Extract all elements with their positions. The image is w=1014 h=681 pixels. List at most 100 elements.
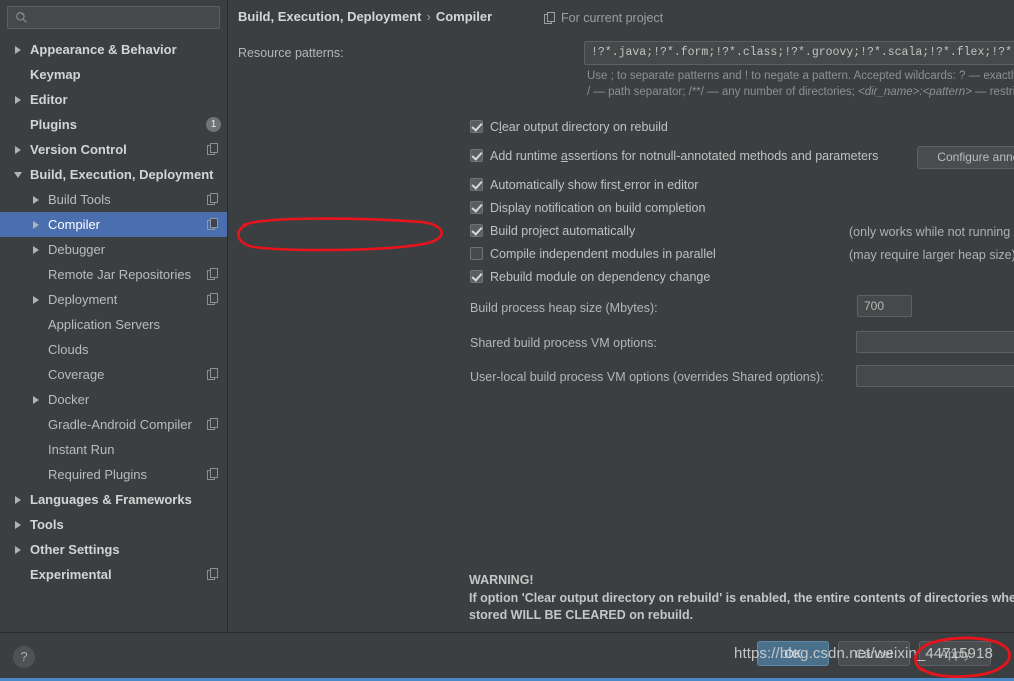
search-input[interactable]: [34, 7, 215, 30]
checkbox-box[interactable]: [470, 120, 483, 133]
checkbox-build-project-automatically[interactable]: Build project automatically: [470, 224, 635, 244]
chevron-right-icon[interactable]: [14, 521, 22, 529]
sidebar-item-docker[interactable]: Docker: [0, 387, 227, 412]
sidebar-item-remote-jar-repositories[interactable]: Remote Jar Repositories: [0, 262, 227, 287]
sidebar-item-label: Other Settings: [30, 542, 120, 557]
settings-tree: Appearance & Behavior Keymap Editor Plugins…: [0, 37, 227, 587]
configure-annotations-button[interactable]: Configure annotations...: [917, 146, 1014, 169]
sidebar-item-deployment[interactable]: Deployment: [0, 287, 227, 312]
chevron-down-icon[interactable]: [14, 171, 22, 179]
chevron-right-icon[interactable]: [14, 46, 22, 54]
project-scope-icon: [207, 568, 218, 580]
checkbox-box[interactable]: [470, 270, 483, 283]
sidebar-item-badge: 1: [206, 117, 221, 132]
sidebar-item-keymap[interactable]: Keymap: [0, 62, 227, 87]
chevron-right-icon[interactable]: [14, 496, 22, 504]
project-scope-icon: [207, 468, 218, 480]
chevron-right-icon[interactable]: [14, 546, 22, 554]
warning-line-1: If option 'Clear output directory on reb…: [469, 590, 1014, 605]
search-container: [0, 0, 227, 30]
chevron-right-icon[interactable]: [32, 221, 40, 229]
sidebar-item-appearance-behavior[interactable]: Appearance & Behavior: [0, 37, 227, 62]
sidebar-item-label: Appearance & Behavior: [30, 42, 177, 57]
chevron-right-icon[interactable]: [14, 146, 22, 154]
resource-patterns-hint: Use ; to separate patterns and ! to nega…: [587, 69, 1014, 100]
checkbox-box[interactable]: [470, 149, 483, 162]
project-scope-icon: [544, 12, 555, 24]
checkbox-label: Compile independent modules in parallel: [490, 247, 716, 261]
checkbox-clear-output-directory-on-rebuild[interactable]: Clear output directory on rebuild: [470, 120, 668, 140]
warning-text: WARNING! If option 'Clear output directo…: [469, 572, 1014, 625]
checkbox-box[interactable]: [470, 201, 483, 214]
sidebar-item-languages-frameworks[interactable]: Languages & Frameworks: [0, 487, 227, 512]
breadcrumb: Build, Execution, Deployment › Compiler: [238, 9, 492, 24]
sidebar-item-required-plugins[interactable]: Required Plugins: [0, 462, 227, 487]
chevron-right-icon[interactable]: [14, 96, 22, 104]
checkbox-add-runtime-assertions-for-notnull-annotated-methods-and-parameters[interactable]: Add runtime assertions for notnull-annot…: [470, 149, 878, 169]
note-compile-independent-modules-in-parallel: (may require larger heap size): [849, 248, 1014, 262]
sidebar-item-application-servers[interactable]: Application Servers: [0, 312, 227, 337]
checkbox-label: Display notification on build completion: [490, 201, 706, 215]
checkbox-label: Build project automatically: [490, 224, 636, 238]
project-scope-icon: [207, 293, 218, 305]
checkbox-label: Automatically show first error in editor: [490, 178, 699, 192]
project-scope-icon: [207, 418, 218, 430]
shared-vm-options-label: Shared build process VM options:: [470, 336, 657, 350]
sidebar-item-gradle-android-compiler[interactable]: Gradle-Android Compiler: [0, 412, 227, 437]
sidebar-item-compiler[interactable]: Compiler: [0, 212, 227, 237]
settings-main-panel: Build, Execution, Deployment › Compiler Fo…: [229, 0, 1014, 632]
checkbox-rebuild-module-on-dependency-change[interactable]: Rebuild module on dependency change: [470, 270, 710, 290]
sidebar-item-plugins[interactable]: Plugins 1: [0, 112, 227, 137]
sidebar-item-build-execution-deployment[interactable]: Build, Execution, Deployment: [0, 162, 227, 187]
sidebar-item-clouds[interactable]: Clouds: [0, 337, 227, 362]
dialog-footer: ? OK Cancel Apply: [0, 632, 1014, 678]
heap-size-label: Build process heap size (Mbytes):: [470, 301, 658, 315]
sidebar-item-editor[interactable]: Editor: [0, 87, 227, 112]
breadcrumb-root[interactable]: Build, Execution, Deployment: [238, 9, 421, 24]
sidebar-item-label: Gradle-Android Compiler: [48, 417, 192, 432]
checkbox-label: Rebuild module on dependency change: [490, 270, 711, 284]
search-icon: [16, 12, 27, 23]
heap-size-input[interactable]: 700: [857, 295, 912, 317]
sidebar-item-tools[interactable]: Tools: [0, 512, 227, 537]
sidebar-item-version-control[interactable]: Version Control: [0, 137, 227, 162]
checkbox-display-notification-on-build-completion[interactable]: Display notification on build completion: [470, 201, 705, 221]
chevron-right-icon[interactable]: [32, 246, 40, 254]
resource-patterns-input[interactable]: !?*.java;!?*.form;!?*.class;!?*.groovy;!…: [584, 41, 1014, 65]
checkbox-label: Add runtime assertions for notnull-annot…: [490, 149, 879, 163]
settings-dialog: Appearance & Behavior Keymap Editor Plugins…: [0, 0, 1014, 681]
sidebar-item-instant-run[interactable]: Instant Run: [0, 437, 227, 462]
checkbox-box[interactable]: [470, 224, 483, 237]
userlocal-vm-options-input[interactable]: [856, 365, 1014, 387]
apply-button[interactable]: Apply: [919, 641, 991, 666]
sidebar-item-build-tools[interactable]: Build Tools: [0, 187, 227, 212]
ok-button[interactable]: OK: [757, 641, 829, 666]
resource-patterns-label: Resource patterns:: [238, 46, 344, 60]
project-scope-icon: [207, 268, 218, 280]
help-button[interactable]: ?: [13, 646, 35, 668]
chevron-right-icon[interactable]: [32, 196, 40, 204]
checkbox-automatically-show-first-error-in-editor[interactable]: Automatically show first error in editor: [470, 178, 698, 198]
chevron-right-icon[interactable]: [32, 296, 40, 304]
project-scope-icon: [207, 218, 218, 230]
resource-patterns-value: !?*.java;!?*.form;!?*.class;!?*.groovy;!…: [591, 46, 1014, 59]
sidebar-item-label: Plugins: [30, 117, 77, 132]
checkbox-box[interactable]: [470, 247, 483, 260]
sidebar-item-label: Required Plugins: [48, 467, 148, 482]
sidebar-item-debugger[interactable]: Debugger: [0, 237, 227, 262]
settings-search-box[interactable]: [7, 6, 220, 30]
checkbox-box[interactable]: [470, 178, 483, 191]
warning-line-2: stored WILL BE CLEARED on rebuild.: [469, 608, 694, 622]
sidebar-item-coverage[interactable]: Coverage: [0, 362, 227, 387]
shared-vm-options-input[interactable]: [856, 331, 1014, 353]
sidebar-item-label: Keymap: [30, 67, 81, 82]
chevron-right-icon[interactable]: [32, 396, 40, 404]
project-scope-icon: [207, 193, 218, 205]
cancel-button[interactable]: Cancel: [838, 641, 910, 666]
sidebar-item-experimental[interactable]: Experimental: [0, 562, 227, 587]
sidebar-item-other-settings[interactable]: Other Settings: [0, 537, 227, 562]
sidebar-item-label: Coverage: [48, 367, 105, 382]
checkbox-label: Clear output directory on rebuild: [490, 120, 668, 134]
hint-part2: — restrict to source roots with the spec…: [975, 85, 1014, 98]
checkbox-compile-independent-modules-in-parallel[interactable]: Compile independent modules in parallel: [470, 247, 716, 267]
